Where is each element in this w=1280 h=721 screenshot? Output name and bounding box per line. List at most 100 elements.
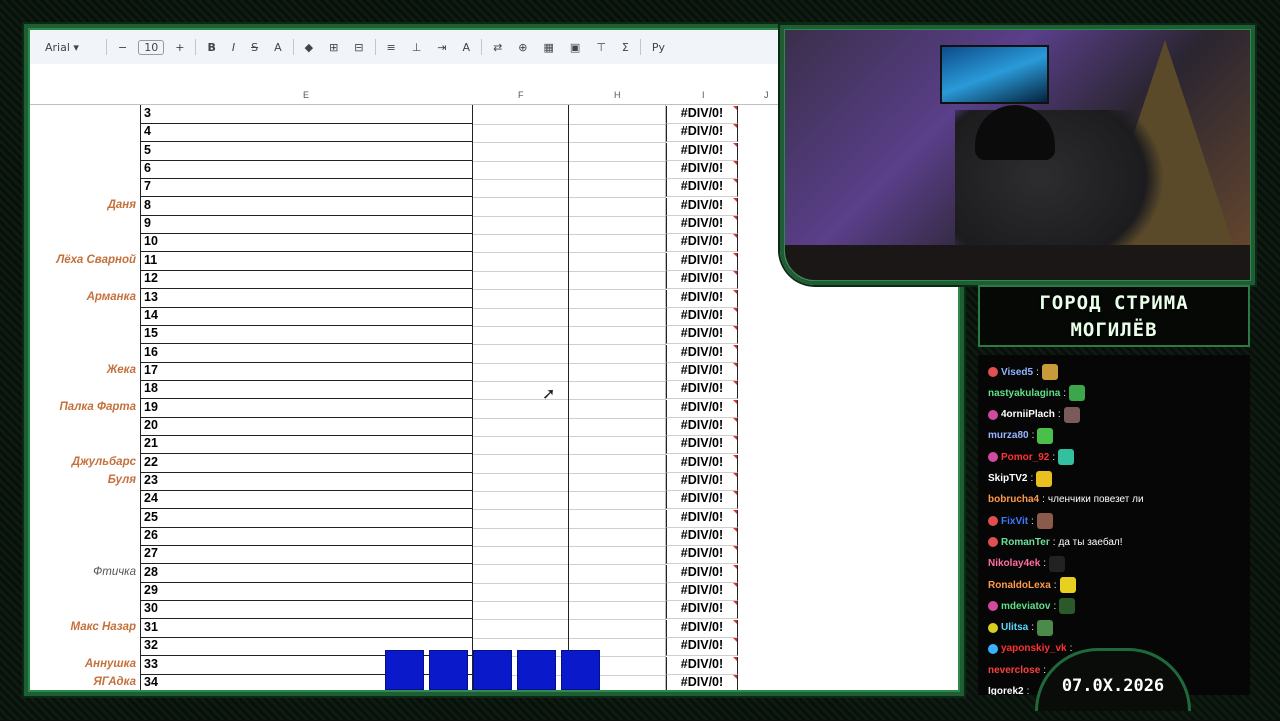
row-number-cell[interactable]: 4 bbox=[141, 124, 472, 143]
chart-icon[interactable]: ▦ bbox=[539, 39, 559, 56]
cell-h[interactable] bbox=[569, 143, 665, 162]
italic-button[interactable]: I bbox=[227, 39, 240, 56]
error-cell[interactable]: #DIV/0! bbox=[666, 381, 738, 400]
cell-f[interactable] bbox=[473, 124, 568, 144]
cell-f[interactable] bbox=[473, 308, 568, 327]
text-rotation-icon[interactable]: A bbox=[458, 39, 476, 56]
cell-f[interactable] bbox=[473, 290, 568, 309]
error-cell[interactable]: #DIV/0! bbox=[666, 234, 738, 253]
error-cell[interactable]: #DIV/0! bbox=[666, 509, 738, 528]
error-cell[interactable]: #DIV/0! bbox=[666, 546, 738, 565]
error-cell[interactable]: #DIV/0! bbox=[666, 473, 738, 491]
error-cell[interactable]: #DIV/0! bbox=[666, 197, 738, 216]
error-cell[interactable]: #DIV/0! bbox=[666, 638, 738, 657]
cell-h[interactable] bbox=[569, 326, 665, 346]
table-row[interactable]: 18 #DIV/0! bbox=[30, 380, 958, 401]
cell-f[interactable] bbox=[473, 510, 568, 529]
cell-h[interactable] bbox=[569, 179, 665, 199]
row-number-cell[interactable]: 6 bbox=[141, 161, 472, 180]
bold-button[interactable]: B bbox=[202, 39, 220, 56]
cell-h[interactable] bbox=[569, 510, 665, 529]
cell-f[interactable] bbox=[473, 565, 568, 584]
column-f-header[interactable]: F bbox=[518, 90, 524, 100]
chat-username[interactable]: yaponskiy_vk bbox=[1001, 643, 1067, 654]
borders-icon[interactable]: ⊞ bbox=[324, 39, 343, 56]
column-i-header[interactable]: I bbox=[702, 90, 705, 100]
input-tools-icon[interactable]: Py bbox=[647, 39, 670, 56]
chat-username[interactable]: 4orniiPlach bbox=[1001, 409, 1055, 420]
cell-f[interactable] bbox=[473, 106, 568, 125]
table-row[interactable]: 16 #DIV/0! bbox=[30, 344, 958, 364]
error-cell[interactable]: #DIV/0! bbox=[666, 252, 738, 271]
row-number-cell[interactable]: 10 bbox=[141, 234, 472, 253]
cell-h[interactable] bbox=[569, 234, 665, 254]
row-number-cell[interactable]: 9 bbox=[141, 216, 472, 235]
chat-username[interactable]: Igorek2 bbox=[988, 686, 1024, 695]
row-number-cell[interactable]: 17 bbox=[141, 363, 472, 381]
cell-h[interactable] bbox=[569, 253, 665, 272]
cell-f[interactable] bbox=[473, 620, 568, 639]
cell-f[interactable] bbox=[473, 601, 568, 621]
table-row[interactable]: Арманка 13 #DIV/0! bbox=[30, 289, 958, 309]
error-cell[interactable]: #DIV/0! bbox=[666, 528, 738, 547]
row-number-cell[interactable]: 25 bbox=[141, 510, 472, 528]
cell-f[interactable] bbox=[473, 418, 568, 437]
font-select[interactable]: Arial ▾ bbox=[40, 39, 100, 56]
error-cell[interactable]: #DIV/0! bbox=[666, 307, 738, 326]
row-number-cell[interactable]: 16 bbox=[141, 345, 472, 363]
chat-username[interactable]: Pomor_92 bbox=[1001, 452, 1049, 463]
table-row[interactable]: 30 #DIV/0! bbox=[30, 600, 958, 621]
cell-f[interactable] bbox=[473, 528, 568, 548]
text-color-button[interactable]: A bbox=[269, 39, 287, 56]
row-number-cell[interactable]: 8 bbox=[141, 198, 472, 216]
cell-h[interactable] bbox=[569, 473, 665, 492]
error-cell[interactable]: #DIV/0! bbox=[666, 491, 738, 510]
row-number-cell[interactable]: 26 bbox=[141, 528, 472, 547]
cell-h[interactable] bbox=[569, 106, 665, 125]
chat-username[interactable]: neverclose bbox=[988, 665, 1040, 676]
increase-size-button[interactable]: + bbox=[170, 39, 189, 56]
chat-username[interactable]: mdeviatov bbox=[1001, 601, 1050, 612]
row-number-cell[interactable]: 24 bbox=[141, 491, 472, 510]
table-row[interactable]: Фтичка 28 #DIV/0! bbox=[30, 564, 958, 584]
cell-h[interactable] bbox=[569, 455, 665, 474]
cell-f[interactable] bbox=[473, 179, 568, 199]
cell-f[interactable] bbox=[473, 143, 568, 162]
table-row[interactable]: 26 #DIV/0! bbox=[30, 527, 958, 548]
cell-f[interactable] bbox=[473, 253, 568, 272]
table-row[interactable]: Джульбарс 22 #DIV/0! bbox=[30, 454, 958, 474]
row-number-cell[interactable]: 12 bbox=[141, 271, 472, 290]
error-cell[interactable]: #DIV/0! bbox=[666, 619, 738, 638]
row-number-cell[interactable]: 21 bbox=[141, 436, 472, 455]
row-number-cell[interactable]: 11 bbox=[141, 253, 472, 271]
cell-h[interactable] bbox=[569, 308, 665, 327]
row-number-cell[interactable]: 28 bbox=[141, 565, 472, 583]
error-cell[interactable]: #DIV/0! bbox=[666, 399, 738, 418]
table-row[interactable]: 29 #DIV/0! bbox=[30, 582, 958, 603]
cell-f[interactable] bbox=[473, 234, 568, 254]
error-cell[interactable]: #DIV/0! bbox=[666, 344, 738, 363]
table-row[interactable]: Жека 17 #DIV/0! bbox=[30, 362, 958, 382]
cell-f[interactable] bbox=[473, 363, 568, 382]
cell-h[interactable] bbox=[569, 546, 665, 566]
cell-h[interactable] bbox=[569, 400, 665, 419]
table-row[interactable]: Макс Назар 31 #DIV/0! bbox=[30, 619, 958, 639]
cell-h[interactable] bbox=[569, 198, 665, 217]
merge-cells-icon[interactable]: ⊟ bbox=[349, 39, 368, 56]
table-row[interactable]: Палка Фарта 19 #DIV/0! bbox=[30, 399, 958, 419]
error-cell[interactable]: #DIV/0! bbox=[666, 289, 738, 308]
cell-f[interactable] bbox=[473, 216, 568, 236]
cell-f[interactable] bbox=[473, 491, 568, 511]
cell-f[interactable] bbox=[473, 455, 568, 474]
text-wrap-icon[interactable]: ⇥ bbox=[432, 39, 451, 56]
column-j-header[interactable]: J bbox=[764, 90, 769, 100]
error-cell[interactable]: #DIV/0! bbox=[666, 161, 738, 180]
cell-h[interactable] bbox=[569, 363, 665, 382]
row-number-cell[interactable]: 31 bbox=[141, 620, 472, 638]
align-horizontal-icon[interactable]: ≡ bbox=[382, 39, 401, 56]
row-number-cell[interactable]: 15 bbox=[141, 326, 472, 345]
row-number-cell[interactable]: 18 bbox=[141, 381, 472, 400]
chat-username[interactable]: Nikolay4ek bbox=[988, 558, 1040, 569]
row-number-cell[interactable]: 22 bbox=[141, 455, 472, 473]
cell-h[interactable] bbox=[569, 491, 665, 511]
